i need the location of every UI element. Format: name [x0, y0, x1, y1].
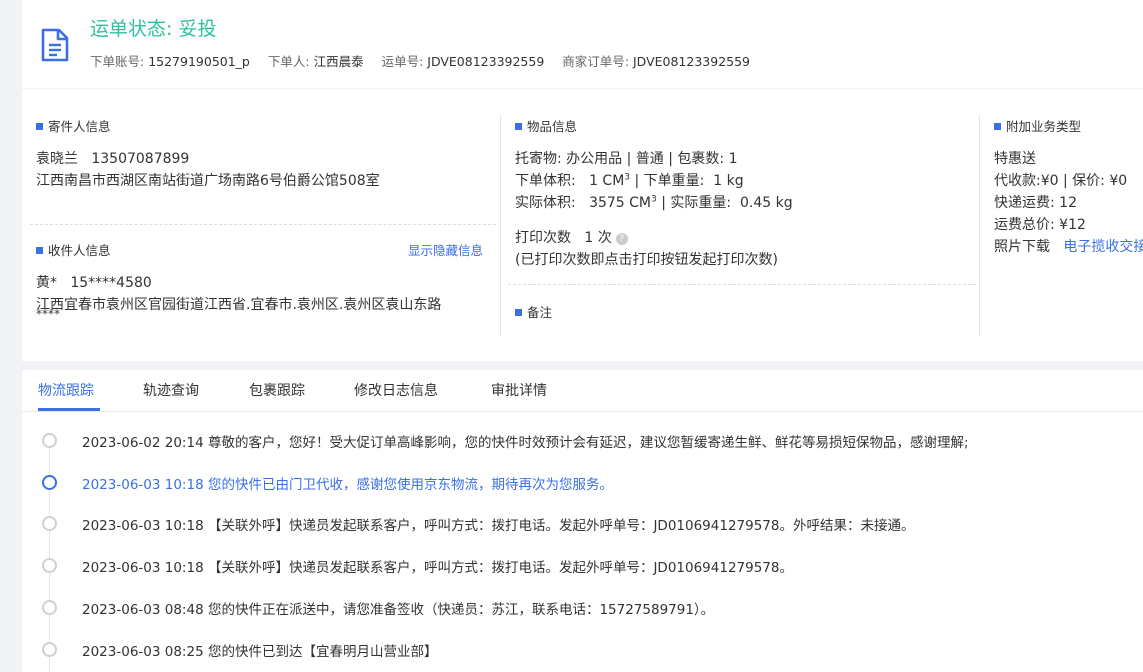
merchant-order-value: JDVE08123392559 [632, 54, 751, 69]
event-text: 【关联外呼】快递员发起联系客户，呼叫方式：拨打电话。发起外呼单号：JD01069… [207, 518, 915, 534]
waybill-number-info: 运单号: JDVE08123392559 [381, 54, 545, 69]
show-hidden-info-link[interactable]: 显示隐藏信息 [408, 240, 483, 259]
print-count-row: 打印次数 1 次? [515, 227, 628, 247]
event-text: 您的快件正在派送中，请您准备签收（快递员：苏江，联系电话：15727589791… [207, 602, 715, 618]
goods-section-title: 物品信息 [515, 116, 577, 135]
event-time: 2023-06-02 20:14 [82, 435, 204, 451]
sender-phone: 13507087899 [91, 151, 190, 167]
event-time: 2023-06-03 10:18 [82, 560, 204, 576]
print-count-note: (已打印次数即点击打印按钮发起打印次数) [515, 252, 778, 268]
timeline-item: 2023-06-03 10:18 您的快件已由门卫代收，感谢您使用京东物流，期待… [22, 472, 1143, 493]
event-text: 尊敬的客户，您好！受大促订单高峰影响，您的快件时效预计会有延迟，建议您暂缓寄递生… [207, 435, 969, 451]
total-fee-row: 运费总价: ¥12 [994, 217, 1086, 233]
column-divider [500, 115, 501, 335]
timeline-item: 2023-06-03 10:18 【关联外呼】快递员发起联系客户，呼叫方式：拨打… [22, 555, 1143, 576]
photo-download-row: 照片下载 电子揽收交接单 [994, 236, 1143, 256]
cod-row: 代收款:¥0 | 保价: ¥0 [994, 173, 1128, 189]
timeline-dot-icon [42, 600, 57, 615]
account-info: 下单账号: 15279190501_p [90, 54, 250, 69]
merchant-order-info: 商家订单号: JDVE08123392559 [562, 54, 751, 69]
print-count-value: 1 次 [584, 230, 612, 246]
event-time: 2023-06-03 10:18 [82, 518, 204, 534]
waybill-status: 运单状态: 妥投 [90, 14, 216, 41]
sender-section-title: 寄件人信息 [36, 116, 111, 135]
timeline-item: 2023-06-03 08:48 您的快件正在派送中，请您准备签收（快递员：苏江… [22, 597, 1143, 618]
event-time: 2023-06-03 08:25 [82, 644, 204, 660]
help-icon[interactable]: ? [615, 233, 628, 245]
waybill-header: 运单状态: 妥投 下单账号: 15279190501_p 下单人: 江西晨泰 运… [22, 0, 1143, 88]
actual-volume-row: 实际体积: 3575 CM3 | 实际重量: 0.45 kg [515, 194, 793, 211]
tab-bar: 物流跟踪 轨迹查询 包裹跟踪 修改日志信息 审批详情 [22, 370, 1143, 412]
divider [508, 284, 976, 285]
document-icon [41, 28, 69, 62]
event-time: 2023-06-03 08:48 [82, 602, 204, 618]
timeline-item: 2023-06-03 08:25 您的快件已到达【宜春明月山营业部】 [22, 639, 1143, 660]
express-fee-value: 12 [1059, 195, 1077, 211]
receiver-name: 黄* [36, 275, 57, 291]
tab-logistics-tracking[interactable]: 物流跟踪 [38, 380, 94, 400]
handover-sheet-link[interactable]: 电子揽收交接单 [1063, 239, 1143, 255]
event-text: 【关联外呼】快递员发起联系客户，呼叫方式：拨打电话。发起外呼单号：JD01069… [207, 560, 793, 576]
tab-route-query[interactable]: 轨迹查询 [143, 380, 199, 400]
tab-change-log[interactable]: 修改日志信息 [354, 380, 438, 400]
timeline-dot-icon [42, 558, 57, 573]
orderer-value: 江西晨泰 [313, 54, 364, 69]
timeline-item: 2023-06-02 20:14 尊敬的客户，您好！受大促订单高峰影响，您的快件… [22, 430, 1143, 451]
divider [30, 224, 496, 225]
sender-address: 江西南昌市西湖区南站街道广场南路6号伯爵公馆508室 [36, 173, 380, 189]
event-time: 2023-06-03 10:18 [82, 477, 204, 493]
event-text: 您的快件已由门卫代收，感谢您使用京东物流，期待再次为您服务。 [207, 477, 613, 493]
insured-value: ¥0 [1109, 173, 1128, 189]
timeline-item: 2023-06-03 10:18 【关联外呼】快递员发起联系客户，呼叫方式：拨打… [22, 513, 1143, 534]
receiver-address-line2: **** [36, 307, 60, 321]
info-panel: 寄件人信息 袁晓兰 13507087899 江西南昌市西湖区南站街道广场南路6号… [22, 89, 1143, 361]
tab-approval-details[interactable]: 审批详情 [491, 380, 547, 400]
timeline-dot-icon [42, 516, 57, 531]
timeline-dot-icon [42, 433, 57, 448]
express-fee-row: 快递运费: 12 [994, 195, 1077, 211]
total-fee-value: ¥12 [1059, 217, 1086, 233]
service-type: 特惠送 [994, 151, 1036, 167]
waybill-number-value: JDVE08123392559 [427, 54, 545, 69]
actual-weight-value: 0.45 kg [740, 195, 793, 211]
column-divider [979, 115, 980, 335]
timeline-dot-icon [42, 642, 57, 657]
order-volume-row: 下单体积: 1 CM3 | 下单重量: 1 kg [515, 172, 744, 189]
actual-volume-value: 3575 CM [589, 195, 652, 211]
timeline-dot-icon [42, 475, 57, 490]
account-value: 15279190501_p [148, 54, 250, 69]
consignment-value: 办公用品 | 普通 | 包裹数: 1 [566, 151, 738, 167]
event-text: 您的快件已到达【宜春明月山营业部】 [207, 644, 438, 660]
sender-contact: 袁晓兰 13507087899 [36, 148, 189, 168]
orderer-info: 下单人: 江西晨泰 [267, 54, 364, 69]
sender-name: 袁晓兰 [36, 151, 78, 167]
consignment-row: 托寄物: 办公用品 | 普通 | 包裹数: 1 [515, 151, 738, 167]
status-label: 运单状态: [90, 18, 173, 40]
remark-section-title: 备注 [515, 302, 552, 321]
waybill-meta: 下单账号: 15279190501_p 下单人: 江西晨泰 运单号: JDVE0… [90, 51, 764, 70]
status-value: 妥投 [178, 18, 217, 40]
receiver-section-title: 收件人信息 [36, 240, 111, 259]
receiver-contact: 黄* 15****4580 [36, 272, 152, 292]
tab-package-tracking[interactable]: 包裹跟踪 [249, 380, 305, 400]
service-section-title: 附加业务类型 [994, 116, 1081, 135]
cod-value: ¥0 [1040, 173, 1059, 189]
receiver-phone: 15****4580 [70, 275, 152, 291]
order-volume-value: 1 CM [589, 173, 625, 189]
order-weight-value: 1 kg [713, 173, 744, 189]
tracking-panel: 物流跟踪 轨迹查询 包裹跟踪 修改日志信息 审批详情 2023-06-02 20… [22, 370, 1143, 672]
active-tab-indicator [38, 408, 100, 411]
receiver-address-line1: 江西宜春市袁州区官园街道江西省.宜春市.袁州区.袁州区袁山东路 [36, 297, 442, 313]
